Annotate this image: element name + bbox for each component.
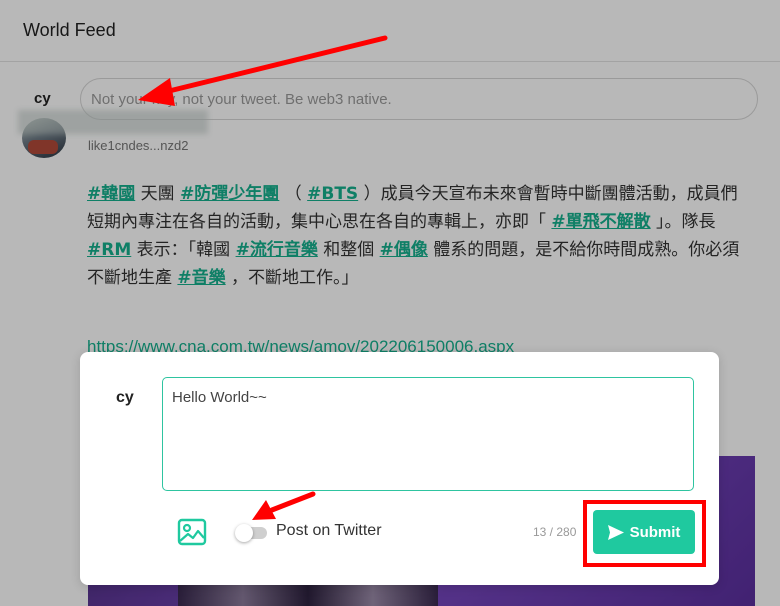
image-icon[interactable] — [177, 518, 207, 546]
post-on-twitter-label: Post on Twitter — [276, 522, 382, 539]
post-on-twitter-toggle[interactable] — [235, 524, 267, 542]
post-textarea[interactable]: Hello World~~ — [162, 377, 694, 491]
modal-avatar: cy — [116, 389, 134, 406]
annotation-highlight-box — [583, 500, 706, 567]
character-count: 13 / 280 — [533, 525, 577, 539]
